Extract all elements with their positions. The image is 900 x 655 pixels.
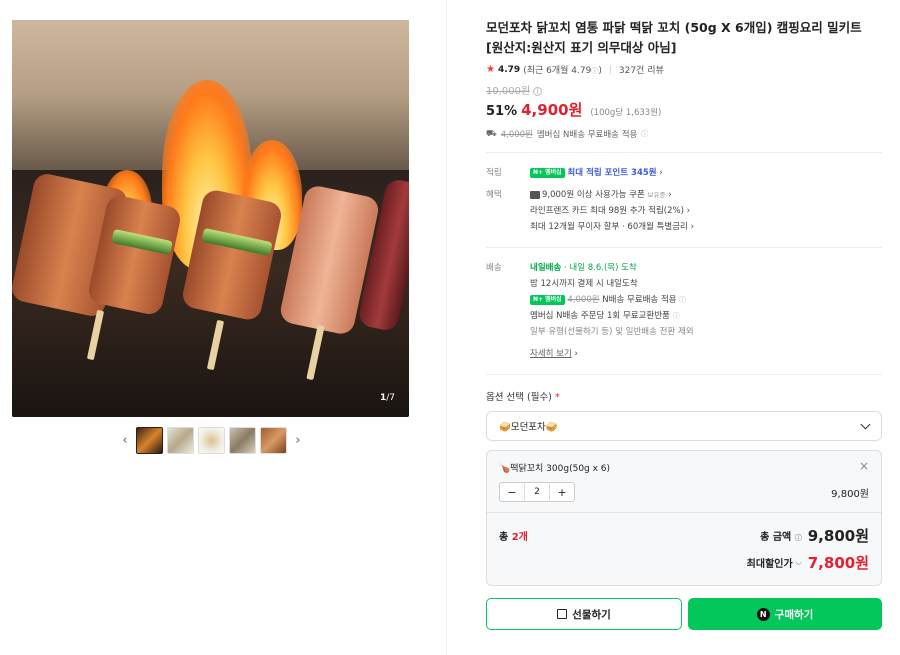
price-row: 51% 4,900원 (100g당 1,633원): [486, 99, 882, 120]
rating-recent[interactable]: (최근 6개월 4.79ⓘ): [523, 63, 602, 76]
discount-rate: 51%: [486, 104, 518, 119]
info-icon[interactable]: ⓘ: [641, 129, 648, 139]
membership-shipping-note: ⛟ 4,000원 멤버십 N배송 무료배송 적용 ⓘ: [486, 128, 882, 141]
chevron-left-icon[interactable]: ‹: [118, 433, 132, 448]
quantity-stepper[interactable]: − 2 +: [499, 482, 575, 502]
original-price: 10,000원: [486, 86, 531, 97]
info-icon[interactable]: ⓘ: [679, 296, 686, 304]
sale-price: 4,900원: [521, 101, 583, 119]
total-amount: 9,800원: [807, 527, 869, 545]
info-icon[interactable]: ⓘ: [673, 312, 680, 320]
npay-membership-badge: N+ 멤버십: [530, 167, 565, 178]
quantity-input[interactable]: 2: [524, 482, 550, 502]
shipping-note-text: 멤버십 N배송 무료배송 적용: [536, 130, 638, 140]
next-day-delivery-badge: 내일배송: [530, 263, 562, 273]
minus-button[interactable]: −: [500, 486, 524, 499]
star-icon: ★: [486, 64, 495, 75]
free-shipping-text: N배송 무료배송 적용: [602, 295, 677, 305]
shipping-fee-strike: 4,000원: [500, 130, 533, 140]
thumbnail-4[interactable]: [229, 427, 256, 454]
chevron-right-icon: ›: [686, 206, 691, 216]
points-label: 적립: [486, 168, 502, 178]
action-buttons: 선물하기 N 구매하기: [486, 598, 882, 630]
close-icon[interactable]: ×: [859, 460, 869, 474]
benefit-label: 혜택: [486, 190, 502, 200]
option-selected-value: 🥪모던포차🥪: [499, 422, 558, 433]
selected-item-name: 🍗떡닭꼬치 300g(50g x 6): [499, 464, 611, 474]
info-icon[interactable]: i: [533, 87, 543, 96]
chevron-down-icon: [860, 419, 871, 429]
max-discount-row[interactable]: 최대할인가 ⌵ 7,800원: [499, 552, 869, 573]
gift-button[interactable]: 선물하기: [486, 598, 682, 630]
item-subtotal: 9,800원: [831, 488, 869, 500]
original-price-row: 10,000원 i: [486, 82, 882, 97]
chevron-right-icon: ›: [668, 190, 672, 200]
chevron-right-icon: ›: [690, 222, 694, 232]
coupon-line[interactable]: 9,000원 이상 사용가능 쿠폰 보유중 ›: [530, 187, 882, 203]
points-row: 적립 N+ 멤버십 최대 적립 포인트 345원 ›: [486, 165, 882, 181]
coupon-owned-tag: 보유중: [647, 191, 666, 199]
review-count[interactable]: 327건 리뷰: [619, 63, 664, 76]
card-benefit-line[interactable]: 라인프렌즈 카드 최대 98원 추가 적립(2%) ›: [530, 203, 882, 219]
separator: |: [608, 64, 612, 75]
thumbnail-3[interactable]: [198, 427, 225, 454]
truck-icon: ⛟: [486, 128, 497, 139]
divider: [486, 152, 882, 153]
chevron-right-icon: ›: [574, 349, 578, 359]
installment-line[interactable]: 최대 12개월 무이자 할부 · 60개월 특별금리 ›: [530, 219, 882, 235]
product-main-image[interactable]: 1/7: [12, 20, 409, 417]
thumbnail-strip: ‹ ›: [118, 427, 305, 454]
plus-button[interactable]: +: [550, 486, 574, 499]
divider: [446, 0, 447, 655]
gift-button-label: 선물하기: [572, 608, 611, 621]
thumbnail-2[interactable]: [167, 427, 194, 454]
option-select[interactable]: 🥪모던포차🥪: [486, 411, 882, 441]
buy-button-label: 구매하기: [774, 608, 814, 621]
product-info-panel: 모던포차 닭꼬치 염통 파닭 떡닭 꼬치 (50g X 6개입) 캠핑요리 밀키…: [486, 18, 882, 630]
product-title: 모던포차 닭꼬치 염통 파닭 떡닭 꼬치 (50g X 6개입) 캠핑요리 밀키…: [486, 20, 862, 55]
arrival-date: · 내일 8.6.(목) 도착: [563, 263, 637, 273]
unit-price: (100g당 1,633원): [590, 108, 662, 118]
shipping-row: 배송 내일배송 · 내일 8.6.(목) 도착 밤 12시까지 결제 시 내일도…: [486, 260, 882, 362]
chevron-right-icon[interactable]: ›: [659, 168, 662, 178]
image-counter: 1/7: [379, 393, 395, 403]
shipping-fee-strike: 4,000원: [567, 295, 600, 305]
required-mark: *: [554, 392, 560, 403]
total-amount-label: 총 금액 ⓘ: [760, 532, 802, 543]
max-discount-label: 최대할인가: [746, 559, 793, 570]
shipping-label: 배송: [486, 263, 502, 273]
chevron-down-icon: ⌵: [795, 557, 802, 567]
rating-row: ★ 4.79 (최근 6개월 4.79ⓘ) | 327건 리뷰: [486, 63, 882, 76]
divider: [486, 374, 882, 375]
gift-icon: [557, 609, 568, 619]
npay-membership-badge: N+ 멤버십: [530, 294, 565, 305]
npay-icon: N: [756, 607, 770, 621]
shipping-exclusion: 일부 유형(선물하기 등) 및 일반배송 전환 제외: [530, 327, 694, 337]
chevron-right-icon[interactable]: ›: [291, 433, 305, 448]
option-title: 옵션 선택 (필수) *: [486, 392, 560, 403]
thumbnail-1[interactable]: [136, 427, 163, 454]
divider: [486, 247, 882, 248]
benefits-row: 혜택 9,000원 이상 사용가능 쿠폰 보유중 › 라인프렌즈 카드 최대 9…: [486, 187, 882, 235]
points-text[interactable]: 최대 적립 포인트 345원: [567, 168, 656, 178]
coupon-icon: [530, 190, 540, 199]
free-return-text: 멤버십 N배송 주문당 1회 무료교환반품: [530, 311, 670, 321]
buy-button[interactable]: N 구매하기: [688, 598, 882, 630]
thumbnail-5[interactable]: [260, 427, 287, 454]
rating-score: 4.79: [497, 64, 521, 75]
shipping-more-link[interactable]: 자세히 보기: [530, 349, 572, 359]
total-count: 총 2개: [499, 532, 528, 543]
max-discount-price: 7,800원: [807, 554, 869, 572]
shipping-cutoff: 밤 12시까지 결제 시 내일도착: [530, 279, 638, 289]
info-icon[interactable]: ⓘ: [795, 534, 802, 542]
selected-option-box: 🍗떡닭꼬치 300g(50g x 6) × − 2 + 9,800원 총 2개 …: [486, 450, 882, 586]
